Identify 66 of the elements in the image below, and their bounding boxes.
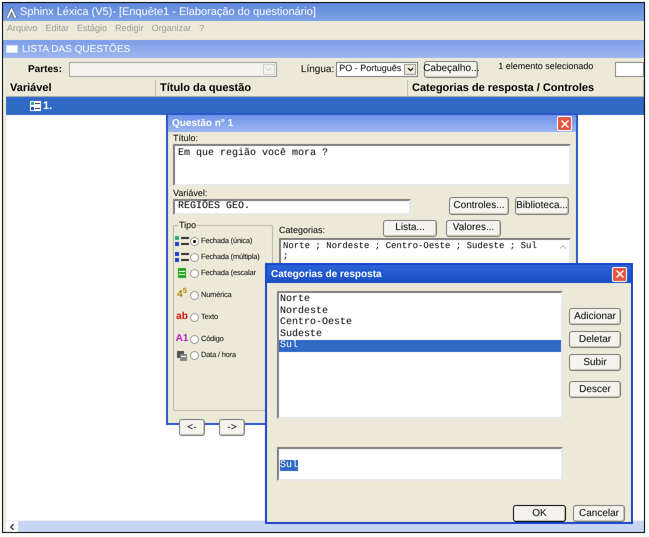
categories-text: ; <box>283 251 288 261</box>
category-edit-field[interactable]: Sul <box>277 447 563 481</box>
scale-icon <box>175 268 189 278</box>
dropdown-button[interactable] <box>262 64 275 74</box>
search-field[interactable] <box>615 62 644 76</box>
window-icon <box>6 45 18 53</box>
field-label: Partes: <box>28 62 62 76</box>
selection-status: 1 elemento selecionado <box>498 60 594 73</box>
field-label: Variável: <box>173 188 208 199</box>
radio-button[interactable] <box>190 268 199 278</box>
field-label: Categorias: <box>279 224 326 238</box>
numeric-icon: 4$^{5}$ <box>175 290 189 300</box>
cancel-button[interactable]: Cancelar <box>573 505 625 522</box>
list-icon <box>175 252 189 262</box>
category-item[interactable]: Sul <box>279 340 561 352</box>
window-title: Sphinx Léxica (V5)- [Enquête1 - Elaboração do questionário] <box>20 4 316 20</box>
action-button[interactable]: Descer <box>569 381 621 398</box>
variable-cell-text: 1. <box>43 98 52 114</box>
previous-button[interactable]: <- <box>179 419 205 436</box>
list-icon <box>175 236 189 246</box>
header-button[interactable]: Cabeçalho... <box>424 60 478 78</box>
list-icon <box>30 101 41 111</box>
variable-field[interactable]: REGIÕES GEO. <box>173 199 411 215</box>
close-button[interactable] <box>612 266 627 282</box>
field-value: Sul <box>280 460 298 471</box>
text-icon: ab <box>175 312 189 322</box>
scroll-left-icon[interactable] <box>7 522 17 532</box>
action-button[interactable]: Adicionar <box>569 308 621 325</box>
list-button[interactable]: Lista... <box>383 220 438 236</box>
values-button[interactable]: Valores... <box>446 220 502 236</box>
question-title-field[interactable]: Em que região você mora ? <box>173 144 571 186</box>
categories-text: Norte ; Nordeste ; Centro-Oeste ; Sudeste ; Sul <box>283 241 537 251</box>
ok-button[interactable]: OK <box>513 505 566 522</box>
column-header[interactable]: Título da questão <box>156 80 408 96</box>
child-window-title: LISTA DAS QUESTÕES <box>22 42 130 56</box>
radio-button[interactable] <box>190 290 199 300</box>
category-item[interactable]: Centro-Oeste <box>279 317 561 328</box>
next-button[interactable]: -> <box>219 419 245 436</box>
field-label: Língua: <box>300 62 334 76</box>
dialog-title: Categorias de resposta <box>271 268 382 282</box>
action-button[interactable]: Deletar <box>569 331 621 348</box>
app-logo-icon <box>6 6 17 18</box>
radio-button[interactable] <box>190 334 199 344</box>
field-label: Título: <box>173 133 200 144</box>
table-row[interactable]: 1. <box>6 97 644 115</box>
calendar-icon <box>175 350 189 360</box>
group-label: Tipo <box>178 219 198 231</box>
close-icon <box>558 118 570 130</box>
action-button[interactable]: Subir <box>569 354 621 371</box>
radio-button[interactable] <box>190 312 199 322</box>
category-item[interactable]: Norte <box>279 294 561 306</box>
language-dropdown[interactable]: PO - Português <box>336 62 418 76</box>
library-button[interactable]: Biblioteca... <box>515 197 569 215</box>
close-icon <box>614 268 626 280</box>
radio-button[interactable] <box>190 350 199 360</box>
category-item[interactable]: Nordeste <box>279 306 561 317</box>
parts-dropdown[interactable] <box>68 62 277 76</box>
radio-button[interactable] <box>190 236 199 246</box>
column-header[interactable]: Variável <box>6 80 156 96</box>
category-item[interactable]: Sudeste <box>279 328 561 340</box>
close-button[interactable] <box>557 116 572 131</box>
code-icon: A1 <box>175 334 189 344</box>
column-header[interactable]: Categorias de resposta / Controles <box>408 80 644 96</box>
radio-button[interactable] <box>190 252 199 262</box>
dialog-title: Questão n° 1 <box>172 117 234 131</box>
controls-button[interactable]: Controles... <box>449 197 509 215</box>
